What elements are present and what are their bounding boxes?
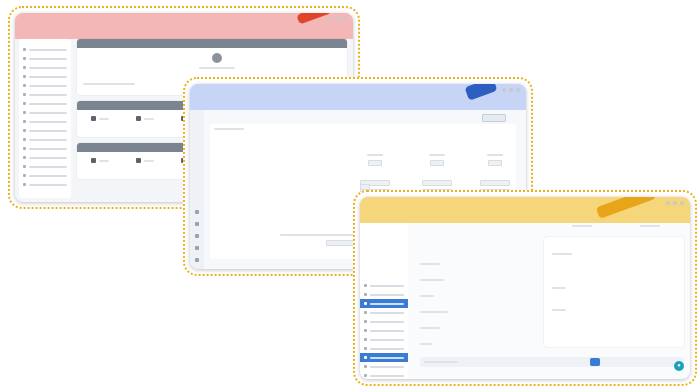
input-field[interactable] — [480, 180, 510, 186]
dropdown[interactable] — [430, 160, 444, 166]
configuration-decoration — [464, 84, 498, 101]
pagination[interactable] — [590, 358, 600, 366]
list-icon — [23, 138, 26, 141]
sidebar-item[interactable] — [360, 281, 408, 290]
home-icon — [23, 57, 26, 60]
settings-form — [414, 223, 684, 373]
sidebar-item[interactable] — [19, 63, 71, 72]
list-icon — [23, 111, 26, 114]
nav-icon[interactable] — [195, 258, 199, 262]
sidebar-item[interactable] — [360, 371, 408, 379]
screenshot-settings: ● — [353, 190, 697, 386]
list-icon — [23, 147, 26, 150]
list-icon — [23, 129, 26, 132]
settings-decoration — [595, 197, 657, 219]
folder-icon — [23, 66, 26, 69]
form-labels — [420, 263, 530, 359]
sidebar-item[interactable] — [19, 171, 71, 180]
sidebar-item[interactable] — [19, 153, 71, 162]
sidebar-item[interactable] — [360, 317, 408, 326]
dashboard-sidebar — [19, 39, 71, 198]
dropdown[interactable] — [368, 160, 382, 166]
stat-item — [135, 158, 154, 163]
stat-item — [90, 158, 109, 163]
bar-icon — [90, 116, 96, 121]
list-icon — [23, 156, 26, 159]
maximize-icon[interactable] — [673, 201, 677, 205]
maximize-icon[interactable] — [336, 17, 340, 21]
sidebar-item[interactable] — [19, 72, 71, 81]
settings-titlebar — [360, 197, 690, 223]
sidebar-item[interactable] — [19, 135, 71, 144]
dashboard-decoration — [296, 13, 332, 25]
stat-item — [135, 116, 154, 121]
nav-icon[interactable] — [195, 246, 199, 250]
form-header-row — [548, 225, 684, 235]
section-title — [214, 128, 244, 130]
gear-icon — [23, 93, 26, 96]
nav-icon[interactable] — [195, 210, 199, 214]
window-controls[interactable] — [502, 88, 520, 92]
sidebar-item[interactable] — [19, 180, 71, 189]
chat-bubble-icon[interactable]: ● — [674, 361, 684, 371]
sidebar-item[interactable] — [360, 335, 408, 344]
sidebar-item[interactable] — [19, 108, 71, 117]
dropdown[interactable] — [488, 160, 502, 166]
stat-item — [90, 116, 109, 121]
settings-window: ● — [360, 197, 690, 379]
settings-sidebar — [360, 223, 408, 379]
menu-icon — [23, 48, 26, 51]
input-field[interactable] — [326, 240, 354, 246]
close-icon[interactable] — [343, 17, 347, 21]
configuration-titlebar — [190, 84, 526, 110]
sidebar-item-active[interactable] — [360, 299, 408, 308]
sidebar-item[interactable] — [19, 126, 71, 135]
list-icon — [23, 102, 26, 105]
bar-icon — [135, 116, 141, 121]
bar-icon — [90, 158, 96, 163]
chart-icon — [23, 75, 26, 78]
list-icon — [23, 183, 26, 186]
list-icon — [23, 120, 26, 123]
sidebar-item[interactable] — [360, 290, 408, 299]
minimize-icon[interactable] — [502, 88, 506, 92]
window-controls[interactable] — [666, 201, 684, 205]
sidebar-item[interactable] — [19, 99, 71, 108]
sidebar-item[interactable] — [360, 308, 408, 317]
overview-panel-header — [77, 39, 347, 48]
sidebar-item[interactable] — [19, 45, 71, 54]
bulb-icon — [135, 158, 141, 163]
settings-card — [544, 237, 684, 347]
user-icon — [23, 84, 26, 87]
sidebar-item-active[interactable] — [360, 353, 408, 362]
sidebar-item[interactable] — [360, 344, 408, 353]
window-controls[interactable] — [329, 17, 347, 21]
form-footer — [420, 357, 684, 367]
nav-icon[interactable] — [195, 234, 199, 238]
sidebar-item[interactable] — [19, 54, 71, 63]
close-icon[interactable] — [516, 88, 520, 92]
person-icon — [212, 53, 222, 63]
maximize-icon[interactable] — [509, 88, 513, 92]
top-action-button[interactable] — [482, 114, 506, 122]
nav-icon[interactable] — [195, 222, 199, 226]
sidebar-item[interactable] — [360, 362, 408, 371]
sidebar-item[interactable] — [19, 90, 71, 99]
minimize-icon[interactable] — [329, 17, 333, 21]
configuration-sidebar — [190, 110, 204, 269]
sidebar-item[interactable] — [19, 117, 71, 126]
sidebar-item[interactable] — [19, 144, 71, 153]
list-icon — [23, 165, 26, 168]
input-field[interactable] — [422, 180, 452, 186]
minimize-icon[interactable] — [666, 201, 670, 205]
sidebar-item[interactable] — [360, 326, 408, 335]
sidebar-item[interactable] — [19, 81, 71, 90]
sidebar-item[interactable] — [19, 162, 71, 171]
dashboard-titlebar — [15, 13, 353, 39]
close-icon[interactable] — [680, 201, 684, 205]
list-icon — [23, 174, 26, 177]
